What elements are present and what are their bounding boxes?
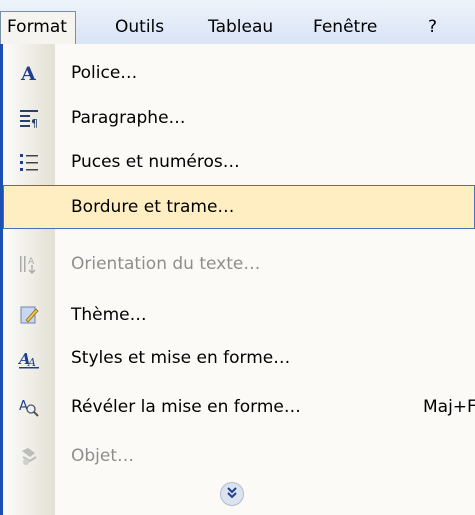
menu-fenetre[interactable]: Fenêtre <box>313 14 377 40</box>
menu-tableau[interactable]: Tableau <box>208 14 273 40</box>
shortcut-text: Maj+F1 <box>423 397 475 417</box>
svg-text:A: A <box>20 63 36 84</box>
menu-item-label: Styles et mise en forme… <box>71 348 291 368</box>
svg-text:¶: ¶ <box>31 117 38 129</box>
text-direction-icon: A <box>3 242 55 286</box>
menu-item-paragraphe[interactable]: ¶ Paragraphe… <box>3 96 475 140</box>
font-A-icon: A <box>3 51 55 95</box>
menu-bar: Format Outils Tableau Fenêtre ? <box>0 0 475 45</box>
menu-item-reveler[interactable]: A Révéler la mise en forme… Maj+F1 <box>3 385 475 429</box>
menu-item-label: Bordure et trame… <box>71 197 235 217</box>
menu-item-objet[interactable]: Objet… <box>3 434 475 478</box>
menu-format[interactable]: Format <box>0 11 76 45</box>
menu-item-label: Police… <box>71 63 138 83</box>
menu-item-label: Objet… <box>71 446 135 466</box>
menu-help[interactable]: ? <box>428 14 437 40</box>
menu-item-styles[interactable]: A A Styles et mise en forme… <box>3 336 475 380</box>
menu-item-label: Paragraphe… <box>71 108 186 128</box>
menu-item-puces[interactable]: Puces et numéros… <box>3 140 475 184</box>
bullets-icon <box>3 140 55 184</box>
menu-item-label: Thème… <box>71 305 147 325</box>
styles-icon: A A <box>3 336 55 380</box>
theme-icon <box>3 293 55 337</box>
menu-item-label: Puces et numéros… <box>71 152 240 172</box>
object-icon <box>3 434 55 478</box>
menu-outils[interactable]: Outils <box>115 14 164 40</box>
menu-item-orientation[interactable]: A Orientation du texte… <box>3 242 475 286</box>
expand-menu-button[interactable] <box>220 482 244 506</box>
reveal-formatting-icon: A <box>3 385 55 429</box>
chevron-double-down-icon <box>225 485 239 504</box>
menu-item-label: Orientation du texte… <box>71 254 261 274</box>
menu-item-bordure[interactable]: Bordure et trame… <box>3 185 475 229</box>
menu-item-label: Révéler la mise en forme… <box>71 397 301 417</box>
paragraph-icon: ¶ <box>3 96 55 140</box>
menu-item-theme[interactable]: Thème… <box>3 293 475 337</box>
svg-text:A: A <box>19 399 28 414</box>
menu-item-police[interactable]: A Police… <box>3 51 475 95</box>
